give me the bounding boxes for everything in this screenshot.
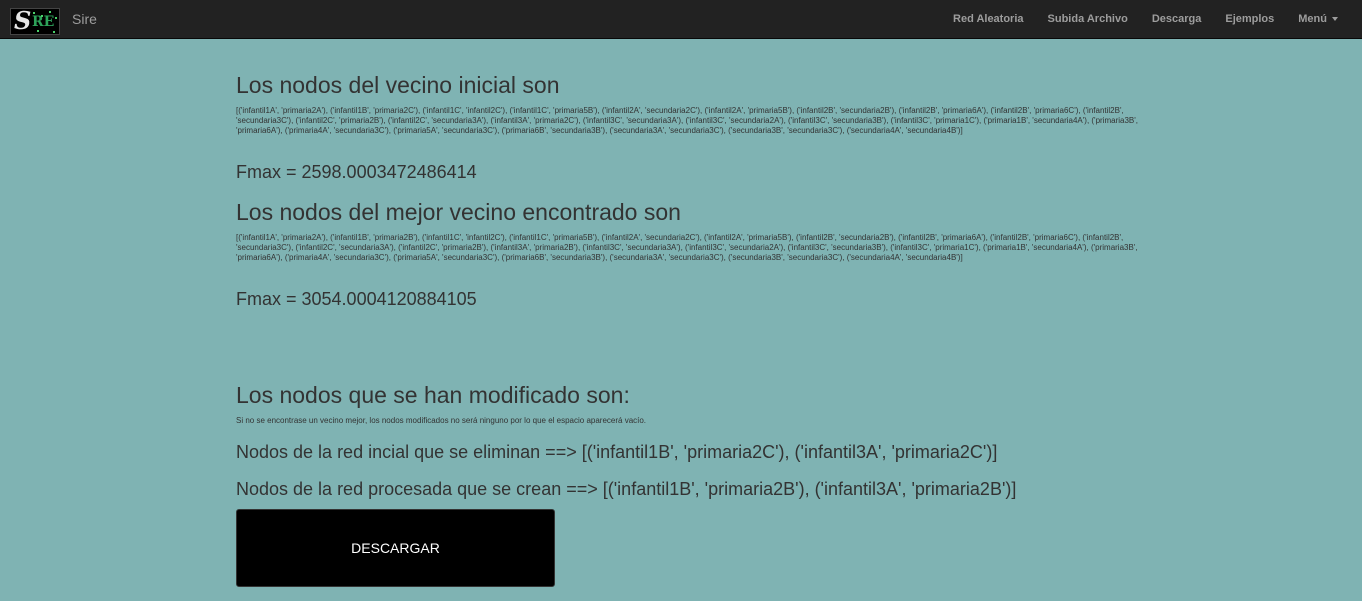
nav-link-red-aleatoria[interactable]: Red Aleatoria bbox=[941, 0, 1036, 39]
brand-name[interactable]: Sire bbox=[72, 11, 97, 27]
initial-nodes-list: [('infantil1A', 'primaria2A'), ('infanti… bbox=[236, 106, 1139, 135]
best-heading: Los nodos del mejor vecino encontrado so… bbox=[236, 199, 681, 225]
nav-link-subida-archivo[interactable]: Subida Archivo bbox=[1036, 0, 1140, 39]
best-section: Los nodos del mejor vecino encontrado so… bbox=[236, 199, 681, 225]
created-nodes-line: Nodos de la red procesada que se crean =… bbox=[236, 479, 1017, 499]
nav-menu-dropdown[interactable]: Menú bbox=[1286, 0, 1362, 39]
initial-fmax: Fmax = 2598.0003472486414 bbox=[236, 162, 477, 182]
removed-nodes-line: Nodos de la red incial que se eliminan =… bbox=[236, 442, 998, 462]
nav-links: Red Aleatoria Subida Archivo Descarga Ej… bbox=[941, 0, 1362, 39]
top-navbar: S RE Sire Red Aleatoria Subida Archivo D… bbox=[0, 0, 1362, 39]
nav-link-ejemplos[interactable]: Ejemplos bbox=[1213, 0, 1286, 39]
initial-heading: Los nodos del vecino inicial son bbox=[236, 72, 560, 98]
nav-link-descarga[interactable]: Descarga bbox=[1140, 0, 1214, 39]
modified-heading: Los nodos que se han modificado son: bbox=[236, 382, 630, 408]
caret-down-icon bbox=[1332, 17, 1338, 22]
modified-section: Los nodos que se han modificado son: bbox=[236, 382, 630, 408]
nav-menu-label: Menú bbox=[1298, 13, 1327, 25]
initial-section: Los nodos del vecino inicial son bbox=[236, 72, 559, 98]
download-button[interactable]: DESCARGAR bbox=[236, 509, 555, 587]
modified-note: Si no se encontrase un vecino mejor, los… bbox=[236, 416, 647, 425]
brand-logo[interactable]: S RE bbox=[10, 8, 60, 35]
best-fmax: Fmax = 3054.0004120884105 bbox=[236, 289, 477, 309]
best-nodes-list: [('infantil1A', 'primaria2A'), ('infanti… bbox=[236, 233, 1138, 262]
